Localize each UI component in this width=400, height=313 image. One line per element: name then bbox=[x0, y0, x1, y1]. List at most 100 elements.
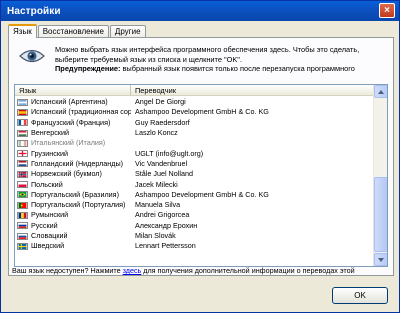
language-name: Французский (Франция) bbox=[31, 117, 111, 127]
language-cell: Венгерский bbox=[15, 128, 131, 138]
language-name: Итальянский (Италия) bbox=[31, 138, 106, 148]
help-link[interactable]: здесь bbox=[123, 266, 142, 275]
translator-cell: Александр Ерохин bbox=[131, 221, 373, 231]
language-cell: Итальянский (Италия) bbox=[15, 138, 131, 148]
scroll-thumb[interactable] bbox=[374, 177, 387, 252]
list-item[interactable]: Шведский Lennart Pettersson bbox=[15, 241, 373, 251]
flag-br-icon bbox=[17, 191, 28, 199]
flag-ar-icon bbox=[17, 98, 28, 106]
list-item[interactable]: Испанский (Аргентина) Angel De Giorgi bbox=[15, 97, 373, 107]
language-cell: Португальский (Бразилия) bbox=[15, 190, 131, 200]
translator-name: Vic Vandenbruel bbox=[135, 158, 188, 168]
help-text-after: для получения дополнительной информации … bbox=[141, 266, 355, 275]
translator-cell: Ashampoo Development GmbH & Co. KG bbox=[131, 107, 373, 117]
flag-nl-icon bbox=[17, 160, 28, 168]
list-item[interactable]: Румынский Andrei Grigorcea bbox=[15, 210, 373, 220]
list-header: Язык Переводчик bbox=[15, 85, 373, 96]
title-bar[interactable]: Настройки × bbox=[1, 1, 399, 21]
vertical-scrollbar[interactable] bbox=[373, 85, 387, 266]
flag-pt-icon bbox=[17, 201, 28, 209]
tab-strip: Язык Восстановление Другие bbox=[8, 24, 147, 38]
scroll-down-button[interactable] bbox=[374, 253, 387, 266]
translator-cell: Milan Slovák bbox=[131, 231, 373, 241]
language-cell: Норвежский (букмол) bbox=[15, 169, 131, 179]
translator-cell: Vic Vandenbruel bbox=[131, 159, 373, 169]
list-item[interactable]: Венгерский Laszlo Koncz bbox=[15, 128, 373, 138]
language-name: Португальский (Бразилия) bbox=[31, 189, 119, 199]
language-name: Венгерский bbox=[31, 128, 69, 138]
translator-name: Ashampoo Development GmbH & Co. KG bbox=[135, 107, 269, 117]
translator-name: Andrei Grigorcea bbox=[135, 210, 190, 220]
translator-name: Manuela Silva bbox=[135, 200, 181, 210]
language-cell: Португальский (Португалия) bbox=[15, 200, 131, 210]
language-cell: Грузинский bbox=[15, 149, 131, 159]
translator-name: Jacek Milecki bbox=[135, 179, 178, 189]
list-item[interactable]: Французский (Франция) Guy Raedersdorf bbox=[15, 118, 373, 128]
list-item[interactable]: Испанский (традиционная сорт... Ashampoo … bbox=[15, 107, 373, 117]
close-icon: × bbox=[384, 4, 390, 16]
translator-cell: Andrei Grigorcea bbox=[131, 210, 373, 220]
flag-es-icon bbox=[17, 108, 28, 116]
translator-name: Александр Ерохин bbox=[135, 220, 198, 230]
language-cell: Русский bbox=[15, 221, 131, 231]
flag-ge-icon bbox=[17, 150, 28, 158]
flag-se-icon bbox=[17, 242, 28, 250]
translator-cell: Jacek Milecki bbox=[131, 180, 373, 190]
close-button[interactable]: × bbox=[379, 3, 395, 18]
language-name: Норвежский (букмол) bbox=[31, 169, 102, 179]
flag-sk-icon bbox=[17, 232, 28, 240]
language-name: Грузинский bbox=[31, 148, 69, 158]
list-item[interactable]: Словацкий Milan Slovák bbox=[15, 231, 373, 241]
translator-cell: UGLT (info@uglt.org) bbox=[131, 149, 373, 159]
flag-it-icon bbox=[17, 139, 28, 147]
language-cell: Голландский (Нидерланды) bbox=[15, 159, 131, 169]
list-item[interactable]: Грузинский UGLT (info@uglt.org) bbox=[15, 148, 373, 158]
language-name: Румынский bbox=[31, 210, 69, 220]
flag-ro-icon bbox=[17, 211, 28, 219]
language-name: Русский bbox=[31, 220, 58, 230]
list-item[interactable]: Русский Александр Ерохин bbox=[15, 221, 373, 231]
translator-cell: Laszlo Koncz bbox=[131, 128, 373, 138]
language-cell: Румынский bbox=[15, 210, 131, 220]
language-list[interactable]: Язык Переводчик Испанский (Аргентина) Ang… bbox=[14, 84, 388, 267]
list-item[interactable]: Португальский (Португалия) Manuela Silva bbox=[15, 200, 373, 210]
warning-text: выбранный язык появится только после пер… bbox=[120, 64, 355, 73]
language-name: Испанский (традиционная сорт... bbox=[31, 107, 131, 117]
translator-cell: Angel De Giorgi bbox=[131, 97, 373, 107]
help-text-before: Ваш язык недоступен? Нажмите bbox=[12, 266, 123, 275]
translator-cell: Guy Raedersdorf bbox=[131, 118, 373, 128]
translator-cell: Ståle Juel Nolland bbox=[131, 169, 373, 179]
flag-ru-icon bbox=[17, 222, 28, 230]
flag-pl-icon bbox=[17, 181, 28, 189]
intro-text: Можно выбрать язык интерфейса программно… bbox=[55, 45, 389, 74]
list-item[interactable]: Польский Jacek Milecki bbox=[15, 179, 373, 189]
language-name: Португальский (Португалия) bbox=[31, 200, 126, 210]
translator-name: Guy Raedersdorf bbox=[135, 117, 190, 127]
help-line: Ваш язык недоступен? Нажмите здесь для п… bbox=[12, 266, 355, 275]
list-item[interactable]: Итальянский (Италия) bbox=[15, 138, 373, 148]
eye-icon bbox=[19, 49, 45, 63]
ok-button[interactable]: OK bbox=[332, 287, 388, 304]
language-cell: Французский (Франция) bbox=[15, 118, 131, 128]
tab-language[interactable]: Язык bbox=[8, 24, 37, 38]
list-item[interactable]: Голландский (Нидерланды) Vic Vandenbruel bbox=[15, 159, 373, 169]
settings-window: Настройки × Язык Восстановление Другие М… bbox=[0, 0, 400, 313]
column-header-language[interactable]: Язык bbox=[15, 85, 131, 95]
translator-name: UGLT (info@uglt.org) bbox=[135, 148, 204, 158]
list-item[interactable]: Норвежский (букмол) Ståle Juel Nolland bbox=[15, 169, 373, 179]
language-cell: Испанский (Аргентина) bbox=[15, 97, 131, 107]
translator-name: Lennart Pettersson bbox=[135, 241, 196, 251]
column-header-translator[interactable]: Переводчик bbox=[131, 85, 373, 95]
language-name: Словацкий bbox=[31, 231, 68, 240]
scroll-up-button[interactable] bbox=[374, 85, 387, 98]
language-name: Шведский bbox=[31, 241, 65, 251]
list-item[interactable]: Португальский (Бразилия) Ashampoo Develop… bbox=[15, 190, 373, 200]
warning-label: Предупреждение: bbox=[55, 64, 121, 73]
translator-name: Ståle Juel Nolland bbox=[135, 169, 193, 179]
translator-name: Laszlo Koncz bbox=[135, 128, 178, 138]
flag-hu-icon bbox=[17, 129, 28, 137]
intro-description: Можно выбрать язык интерфейса программно… bbox=[55, 45, 360, 64]
language-name: Испанский (Аргентина) bbox=[31, 97, 108, 107]
language-name: Голландский (Нидерланды) bbox=[31, 158, 124, 168]
language-cell: Польский bbox=[15, 180, 131, 190]
